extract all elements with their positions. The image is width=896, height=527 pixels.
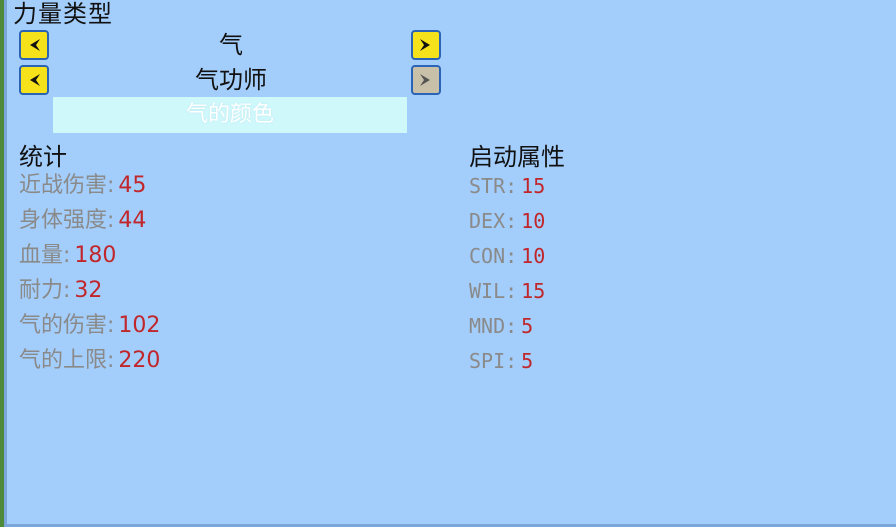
- stat-row: 耐力: 32: [19, 278, 102, 304]
- attribute-row: SPI: 5: [469, 348, 533, 375]
- panel-title: 力量类型: [13, 0, 113, 28]
- attribute-key: STR:: [469, 174, 518, 198]
- class-next-button[interactable]: [411, 65, 441, 95]
- arrow-right-icon: [420, 39, 430, 51]
- arrow-right-icon: [420, 74, 430, 86]
- power-type-value: 气: [219, 31, 243, 59]
- stat-value: 102: [118, 313, 161, 338]
- attribute-value: 15: [521, 279, 546, 303]
- attribute-row: STR: 15: [469, 173, 545, 200]
- attribute-row: CON: 10: [469, 243, 545, 270]
- stat-key: 气的伤害:: [19, 313, 115, 338]
- attribute-value: 5: [521, 314, 534, 338]
- attribute-row: MND: 5: [469, 313, 533, 340]
- attribute-value: 10: [521, 209, 546, 233]
- class-prev-button[interactable]: [19, 65, 49, 95]
- ki-color-button[interactable]: 气的颜色: [53, 97, 407, 133]
- stats-heading: 统计: [19, 143, 67, 171]
- attribute-key: WIL:: [469, 279, 518, 303]
- stat-value: 44: [118, 208, 147, 233]
- power-type-next-button[interactable]: [411, 30, 441, 60]
- attribute-key: MND:: [469, 314, 518, 338]
- stat-key: 耐力:: [19, 278, 71, 303]
- attribute-key: CON:: [469, 244, 518, 268]
- power-type-panel: 力量类型 气 气功师 气的颜色 统计 近战伤害: 45 身体强度: 44 血量:…: [4, 0, 896, 527]
- power-type-selector: 气: [19, 30, 447, 64]
- stat-row: 气的伤害: 102: [19, 313, 160, 339]
- stat-key: 近战伤害:: [19, 173, 115, 198]
- stat-row: 气的上限: 220: [19, 348, 160, 374]
- arrow-left-icon: [30, 74, 40, 86]
- class-selector: 气功师: [19, 65, 447, 99]
- attributes-heading: 启动属性: [469, 143, 565, 171]
- power-type-prev-button[interactable]: [19, 30, 49, 60]
- attribute-value: 15: [521, 174, 546, 198]
- class-value: 气功师: [195, 66, 267, 94]
- attribute-key: SPI:: [469, 349, 518, 373]
- stat-value: 45: [118, 173, 147, 198]
- stat-row: 近战伤害: 45: [19, 173, 146, 199]
- stat-value: 180: [74, 243, 117, 268]
- arrow-left-icon: [30, 39, 40, 51]
- stat-key: 身体强度:: [19, 208, 115, 233]
- stat-key: 血量:: [19, 243, 71, 268]
- stat-row: 身体强度: 44: [19, 208, 146, 234]
- stat-row: 血量: 180: [19, 243, 116, 269]
- attribute-row: WIL: 15: [469, 278, 545, 305]
- stat-key: 气的上限:: [19, 348, 115, 373]
- attribute-key: DEX:: [469, 209, 518, 233]
- attribute-row: DEX: 10: [469, 208, 545, 235]
- attribute-value: 10: [521, 244, 546, 268]
- attribute-value: 5: [521, 349, 534, 373]
- stat-value: 220: [118, 348, 161, 373]
- stat-value: 32: [74, 278, 103, 303]
